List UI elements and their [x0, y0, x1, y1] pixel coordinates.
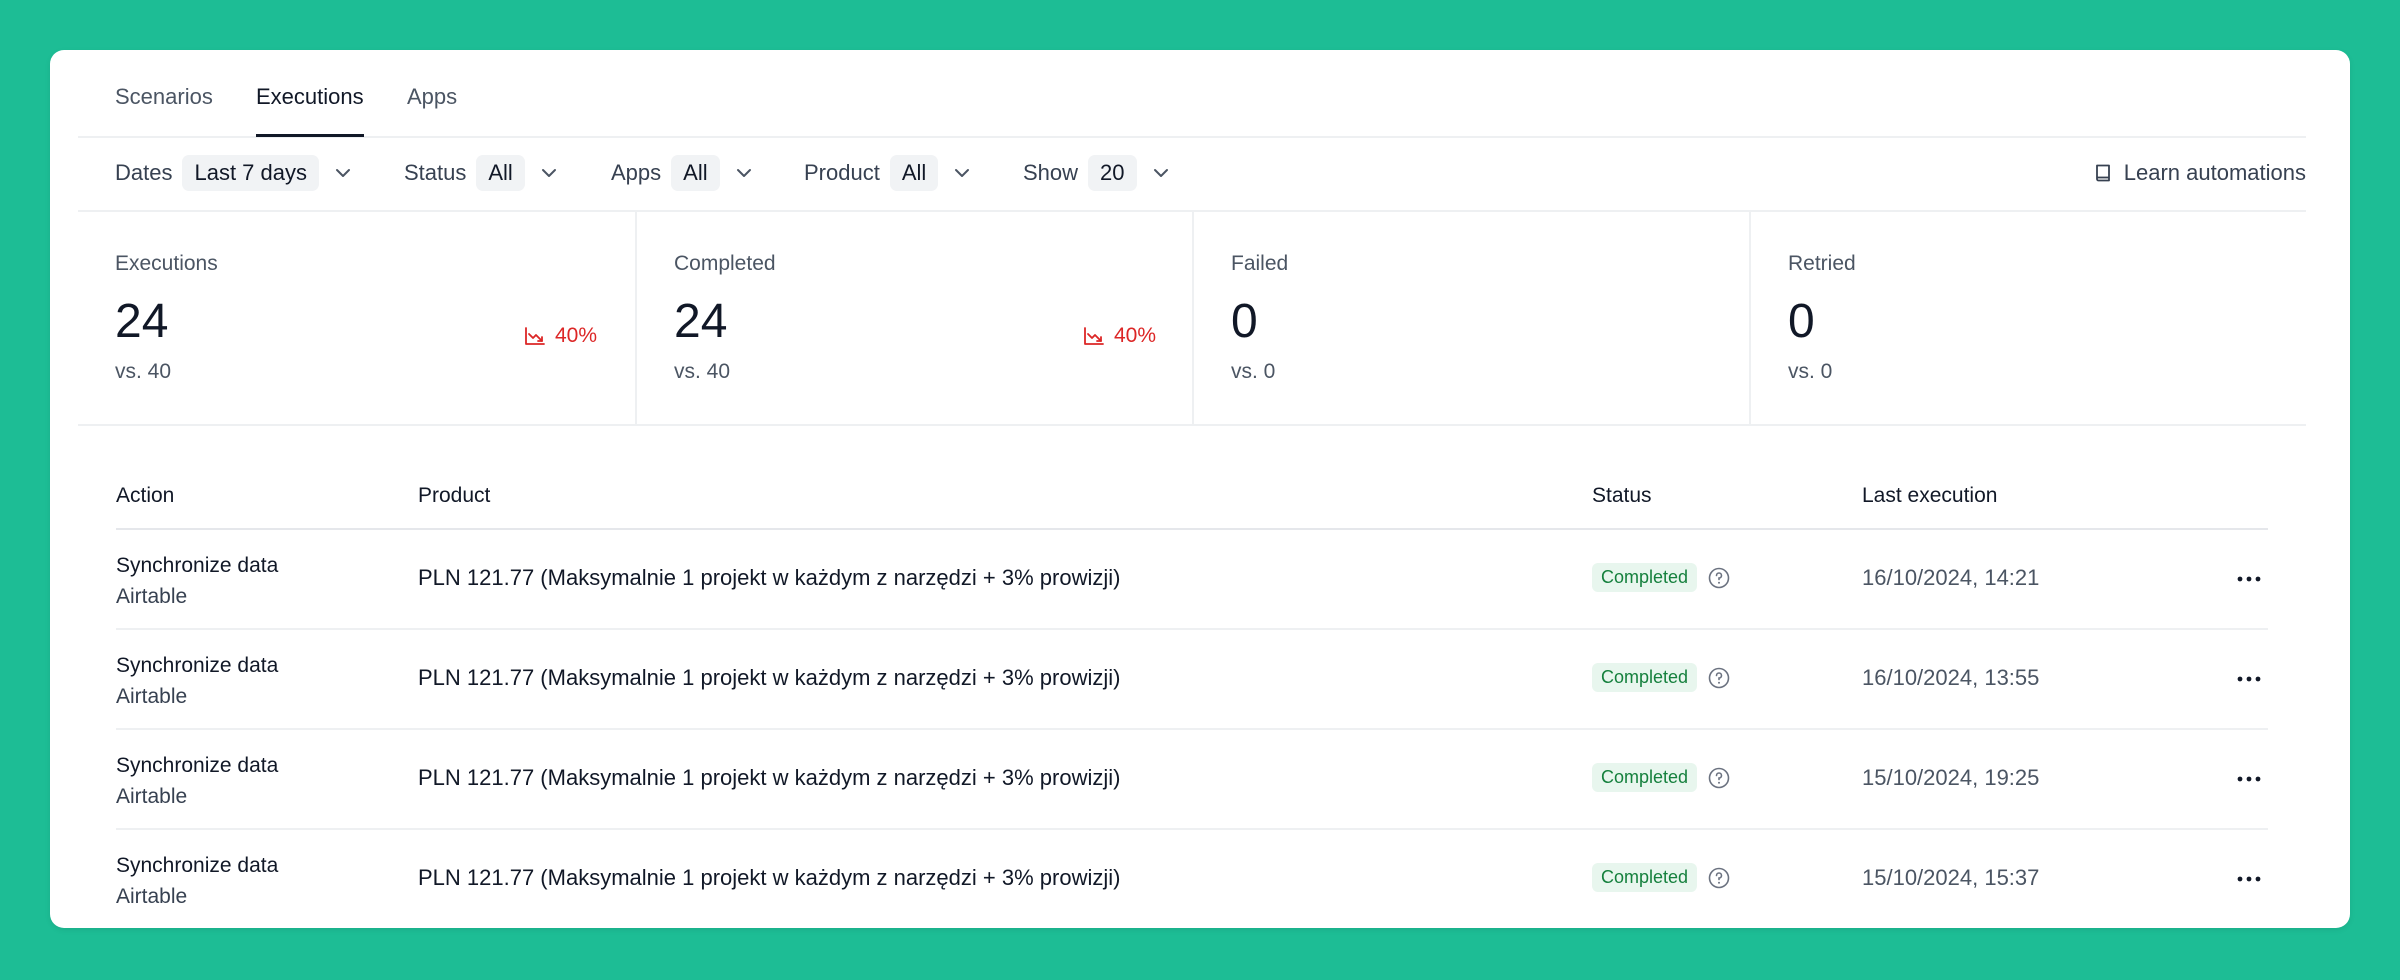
stat-comparison: vs. 0 [1788, 360, 1833, 383]
chevron-down-icon[interactable] [734, 163, 754, 183]
table-header: Action Product Status Last execution [116, 470, 2268, 530]
help-circle-icon[interactable] [1707, 666, 1731, 690]
product-cell: PLN 121.77 (Maksymalnie 1 projekt w każd… [418, 865, 1121, 890]
table-row[interactable]: Synchronize data Airtable PLN 121.77 (Ma… [116, 830, 2268, 928]
action-cell: Synchronize data Airtable [116, 550, 278, 612]
stats-row: Executions 24 vs. 40 40% Completed 24 vs… [78, 212, 2306, 426]
learn-automations-label[interactable]: Learn automations [2124, 160, 2306, 186]
status-filter[interactable]: Status All [404, 153, 559, 193]
table-row[interactable]: Synchronize data Airtable PLN 121.77 (Ma… [116, 630, 2268, 730]
chevron-down-icon[interactable] [1151, 163, 1171, 183]
help-circle-icon[interactable] [1707, 866, 1731, 890]
book-icon [2095, 164, 2110, 182]
status-cell: Completed [1592, 563, 1731, 592]
stat-label: Completed [674, 252, 776, 275]
stat-value: 24 [115, 295, 169, 348]
product-filter[interactable]: Product All [804, 153, 972, 193]
stat-failed: Failed 0 vs. 0 [1192, 212, 1751, 424]
more-options-icon[interactable] [2234, 864, 2264, 894]
learn-automations-link[interactable]: Learn automations [2092, 153, 2306, 193]
stat-trend-value: 40% [1113, 324, 1156, 347]
tab-apps[interactable]: Apps [407, 84, 457, 134]
column-header-status: Status [1592, 484, 1652, 507]
stat-comparison: vs. 40 [674, 360, 731, 383]
status-badge: Completed [1592, 863, 1698, 892]
table-row[interactable]: Synchronize data Airtable PLN 121.77 (Ma… [116, 530, 2268, 630]
more-options-icon[interactable] [2234, 664, 2264, 694]
tab-scenarios[interactable]: Scenarios [115, 84, 213, 134]
tab-bar: Scenarios Executions Apps [78, 50, 2306, 138]
stat-label: Retried [1788, 252, 1856, 275]
stat-value: 0 [1231, 295, 1258, 348]
status-filter-value[interactable]: All [476, 155, 525, 191]
action-app: Airtable [116, 585, 188, 608]
show-filter-label: Show [1023, 160, 1079, 185]
product-cell: PLN 121.77 (Maksymalnie 1 projekt w każd… [418, 565, 1121, 590]
product-cell: PLN 121.77 (Maksymalnie 1 projekt w każd… [418, 765, 1121, 790]
column-header-last-execution: Last execution [1862, 484, 1998, 507]
status-cell: Completed [1592, 663, 1731, 692]
column-header-action: Action [116, 484, 175, 507]
dates-filter-value[interactable]: Last 7 days [182, 155, 319, 191]
tab-executions[interactable]: Executions [256, 84, 364, 137]
help-circle-icon[interactable] [1707, 766, 1731, 790]
stat-label: Failed [1231, 252, 1289, 275]
trend-down-icon [1084, 327, 1104, 345]
filter-bar: Dates Last 7 days Status All Apps All Pr… [78, 138, 2306, 212]
stat-trend: 40% [1082, 324, 1156, 348]
action-cell: Synchronize data Airtable [116, 750, 278, 812]
stat-value: 24 [674, 295, 728, 348]
stat-comparison: vs. 40 [115, 360, 172, 383]
stat-label: Executions [115, 252, 218, 275]
action-app: Airtable [116, 885, 188, 908]
more-options-icon[interactable] [2234, 764, 2264, 794]
last-execution-cell: 15/10/2024, 15:37 [1862, 865, 2040, 890]
action-name: Synchronize data [116, 754, 279, 777]
column-header-product: Product [418, 484, 491, 507]
action-app: Airtable [116, 685, 188, 708]
table-row[interactable]: Synchronize data Airtable PLN 121.77 (Ma… [116, 730, 2268, 830]
status-cell: Completed [1592, 763, 1731, 792]
status-filter-label: Status [404, 160, 467, 185]
stat-retried: Retried 0 vs. 0 [1749, 212, 2310, 424]
action-cell: Synchronize data Airtable [116, 650, 278, 712]
executions-table: Action Product Status Last execution Syn… [116, 470, 2268, 928]
stat-trend: 40% [523, 324, 597, 348]
status-badge: Completed [1592, 563, 1698, 592]
stat-completed: Completed 24 vs. 40 40% [635, 212, 1194, 424]
more-options-icon[interactable] [2234, 564, 2264, 594]
status-badge: Completed [1592, 663, 1698, 692]
stat-trend-value: 40% [554, 324, 597, 347]
action-name: Synchronize data [116, 854, 279, 877]
executions-panel: Scenarios Executions Apps Dates Last 7 d… [50, 50, 2350, 928]
status-cell: Completed [1592, 863, 1731, 892]
apps-filter-value[interactable]: All [671, 155, 720, 191]
apps-filter-label: Apps [611, 160, 662, 185]
status-badge: Completed [1592, 763, 1698, 792]
product-filter-value[interactable]: All [889, 155, 939, 191]
last-execution-cell: 16/10/2024, 13:55 [1862, 665, 2040, 690]
action-name: Synchronize data [116, 654, 279, 677]
chevron-down-icon[interactable] [333, 163, 353, 183]
show-filter-value[interactable]: 20 [1088, 155, 1137, 191]
stat-comparison: vs. 0 [1231, 360, 1276, 383]
stat-value: 0 [1788, 295, 1815, 348]
action-cell: Synchronize data Airtable [116, 850, 278, 912]
last-execution-cell: 16/10/2024, 14:21 [1862, 565, 2040, 590]
apps-filter[interactable]: Apps All [611, 153, 754, 193]
chevron-down-icon[interactable] [952, 163, 972, 183]
action-app: Airtable [116, 785, 188, 808]
last-execution-cell: 15/10/2024, 19:25 [1862, 765, 2040, 790]
trend-down-icon [525, 327, 545, 345]
chevron-down-icon[interactable] [539, 163, 559, 183]
dates-filter[interactable]: Dates Last 7 days [115, 153, 353, 193]
action-name: Synchronize data [116, 554, 279, 577]
stat-executions: Executions 24 vs. 40 40% [78, 212, 635, 424]
help-circle-icon[interactable] [1707, 566, 1731, 590]
show-filter[interactable]: Show 20 [1023, 153, 1171, 193]
product-cell: PLN 121.77 (Maksymalnie 1 projekt w każd… [418, 665, 1121, 690]
dates-filter-label: Dates [115, 160, 173, 185]
product-filter-label: Product [804, 160, 880, 185]
